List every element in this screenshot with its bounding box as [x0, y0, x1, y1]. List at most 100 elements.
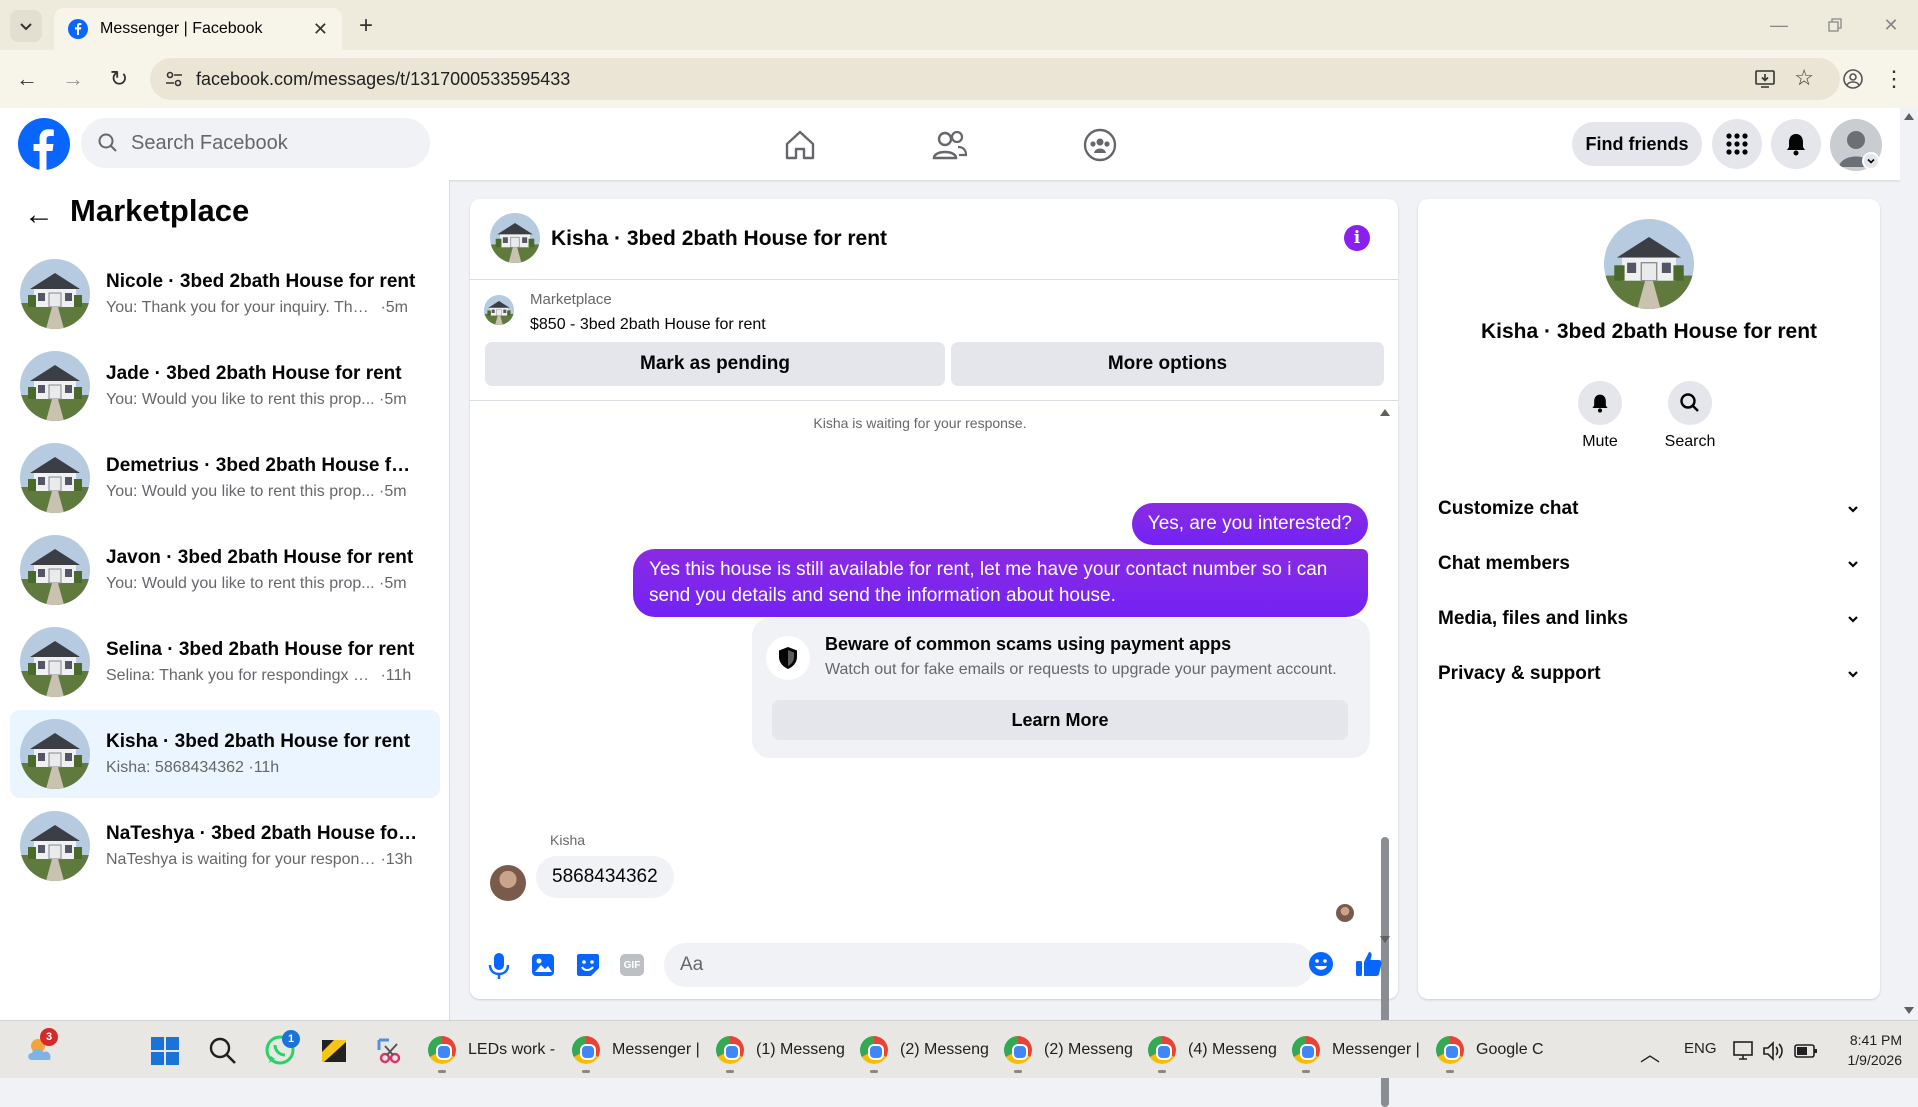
groups-nav-icon[interactable]: [1070, 118, 1130, 172]
restore-icon[interactable]: [1820, 10, 1850, 40]
tray-overflow-icon[interactable]: ︿: [1640, 1038, 1660, 1067]
back-arrow-icon[interactable]: ←: [24, 198, 54, 232]
close-window-icon[interactable]: ✕: [1876, 10, 1906, 40]
taskbar-search-icon[interactable]: [208, 1036, 238, 1066]
emoji-icon[interactable]: [1308, 951, 1336, 979]
install-app-icon[interactable]: [1754, 68, 1776, 95]
conversation-subtitle: You: Would you like to rent this prop...…: [106, 391, 421, 409]
sticky-notes-icon[interactable]: [320, 1038, 348, 1064]
taskbar-app[interactable]: Messenger |: [572, 1030, 700, 1070]
sender-avatar[interactable]: [490, 865, 526, 901]
received-message[interactable]: 5868434362: [536, 856, 674, 898]
scroll-down-icon[interactable]: [1904, 1007, 1914, 1014]
more-options-button[interactable]: More options: [951, 342, 1384, 386]
restore-shape: [1828, 18, 1842, 32]
like-thumb-icon[interactable]: [1354, 949, 1384, 979]
photo-icon[interactable]: [530, 952, 558, 980]
whatsapp-icon[interactable]: 1: [264, 1030, 300, 1066]
volume-icon[interactable]: [1762, 1040, 1786, 1062]
network-icon[interactable]: [1732, 1040, 1756, 1062]
minimize-icon[interactable]: —: [1764, 10, 1794, 40]
listing-thumbnail[interactable]: [484, 295, 514, 325]
details-section[interactable]: Customize chat: [1438, 489, 1860, 529]
tab-close-icon[interactable]: ✕: [313, 19, 328, 40]
microphone-icon[interactable]: [486, 951, 514, 981]
info-icon[interactable]: i: [1344, 225, 1370, 251]
groups-shape: [1083, 128, 1117, 162]
conversation-row[interactable]: Jade · 3bed 2bath House for rent You: Wou…: [10, 342, 440, 430]
conversation-row[interactable]: Javon · 3bed 2bath House for rent You: Wo…: [10, 526, 440, 614]
find-friends-button[interactable]: Find friends: [1572, 122, 1702, 166]
magnifier-shape: [98, 133, 117, 152]
taskbar-app[interactable]: (1) Messeng: [716, 1030, 845, 1070]
tab-search-button[interactable]: [10, 10, 42, 42]
scroll-down-icon[interactable]: [1380, 936, 1390, 943]
mute-label: Mute: [1582, 433, 1618, 450]
sent-message[interactable]: Yes this house is still available for re…: [633, 549, 1368, 617]
details-section[interactable]: Privacy & support: [1438, 654, 1860, 694]
scroll-up-icon[interactable]: [1904, 113, 1914, 120]
gif-icon[interactable]: GIF: [620, 954, 644, 976]
battery-icon[interactable]: [1794, 1042, 1818, 1060]
house-outline-shape: [785, 130, 815, 160]
conversation-row[interactable]: NaTeshya · 3bed 2bath House for r... NaTe…: [10, 802, 440, 890]
new-tab-icon[interactable]: +: [352, 12, 380, 40]
taskbar-app-label: Messenger |: [1332, 1041, 1420, 1058]
conversation-row[interactable]: Demetrius · 3bed 2bath House for ... You:…: [10, 434, 440, 522]
home-nav-icon[interactable]: [770, 118, 830, 172]
chevron-shape: [1867, 158, 1875, 164]
forward-icon[interactable]: →: [58, 64, 88, 94]
details-section[interactable]: Media, files and links: [1438, 599, 1860, 639]
chat-scrollbar[interactable]: [1379, 409, 1391, 1107]
chat-title[interactable]: Kisha · 3bed 2bath House for rent: [551, 227, 887, 251]
notifications-bell-icon[interactable]: [1771, 119, 1821, 169]
listing-title[interactable]: $850 - 3bed 2bath House for rent: [530, 316, 766, 334]
conversation-row[interactable]: Nicole · 3bed 2bath House for rent You: T…: [10, 250, 440, 338]
bookmark-star-icon[interactable]: ☆: [1794, 65, 1814, 91]
clock[interactable]: 8:41 PM 1/9/2026: [1830, 1030, 1903, 1070]
sticker-icon[interactable]: [575, 952, 603, 980]
running-indicator: [1158, 1070, 1166, 1073]
facebook-search-input[interactable]: Search Facebook: [81, 118, 430, 168]
account-chevron-icon[interactable]: [1862, 152, 1880, 170]
taskbar-app[interactable]: LEDs work -: [428, 1030, 555, 1070]
taskbar-app[interactable]: (2) Messeng: [860, 1030, 989, 1070]
mic-shape: [488, 953, 510, 979]
browser-tab[interactable]: Messenger | Facebook ✕: [54, 8, 342, 50]
sent-message[interactable]: Yes, are you interested?: [1131, 503, 1368, 545]
facebook-logo-icon[interactable]: [18, 118, 70, 175]
scroll-up-icon[interactable]: [1380, 409, 1390, 416]
chat-header-avatar[interactable]: [490, 213, 540, 263]
details-section[interactable]: Chat members: [1438, 544, 1860, 584]
mute-button[interactable]: [1578, 381, 1622, 425]
menu-grid-icon[interactable]: [1712, 119, 1762, 169]
running-indicator: [438, 1070, 446, 1073]
learn-more-button[interactable]: Learn More: [772, 700, 1348, 740]
conversation-row[interactable]: Kisha · 3bed 2bath House for rent Kisha: …: [10, 710, 440, 798]
start-icon[interactable]: [150, 1036, 180, 1066]
reload-icon[interactable]: ↻: [104, 64, 134, 94]
taskbar-app[interactable]: Messenger |: [1292, 1030, 1420, 1070]
message-input[interactable]: Aa: [664, 943, 1314, 987]
conversation-avatar: [20, 627, 90, 697]
mark-as-pending-button[interactable]: Mark as pending: [485, 342, 945, 386]
back-icon[interactable]: ←: [12, 64, 42, 94]
address-bar[interactable]: facebook.com/messages/t/1317000533595433…: [150, 58, 1840, 100]
browser-menu-icon[interactable]: ⋮: [1880, 64, 1908, 94]
snipping-tool-icon[interactable]: [375, 1036, 405, 1066]
house-photo: [20, 351, 90, 421]
taskbar-app[interactable]: (2) Messeng: [1004, 1030, 1133, 1070]
details-section-label: Chat members: [1438, 553, 1570, 574]
marketplace-chat-list: ← Marketplace Nicole · 3bed 2bath House …: [0, 180, 450, 1020]
weather-widget-icon[interactable]: 3: [24, 1028, 60, 1062]
site-info-icon[interactable]: [164, 69, 184, 94]
page-scrollbar[interactable]: [1900, 108, 1918, 1020]
taskbar-app[interactable]: (4) Messeng: [1148, 1030, 1277, 1070]
profile-icon[interactable]: [1838, 64, 1868, 94]
conversation-row[interactable]: Selina · 3bed 2bath House for rent Selina…: [10, 618, 440, 706]
language-indicator[interactable]: ENG: [1684, 1040, 1717, 1057]
taskbar-app[interactable]: Google C: [1436, 1030, 1544, 1070]
friends-nav-icon[interactable]: [920, 118, 980, 172]
details-avatar[interactable]: [1604, 219, 1694, 309]
search-chat-button[interactable]: [1668, 381, 1712, 425]
